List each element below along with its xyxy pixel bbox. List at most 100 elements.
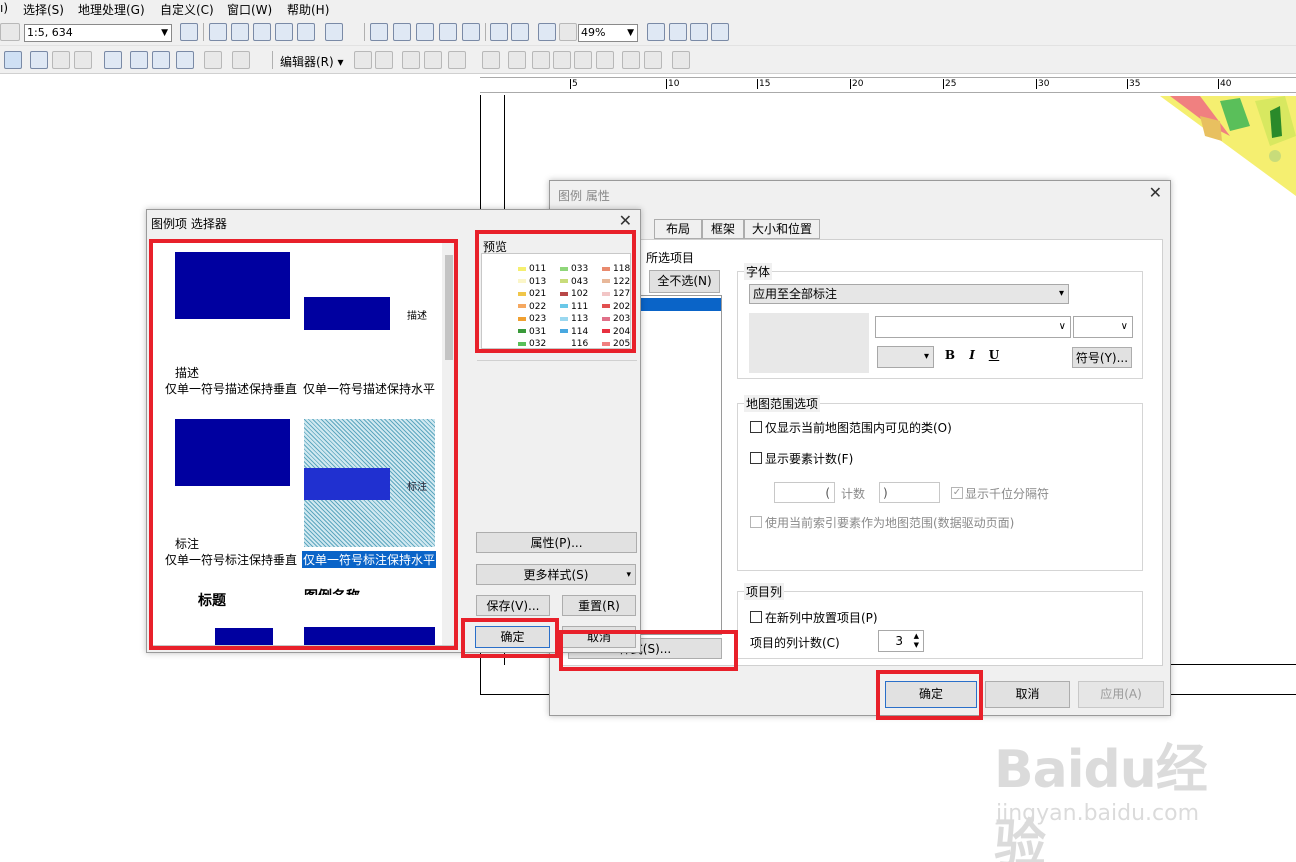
apply-to-value: 应用至全部标注	[753, 287, 838, 301]
legend-items-list[interactable]	[630, 295, 722, 635]
edit-annotation-icon[interactable]	[375, 51, 393, 69]
data-driven-checkbox[interactable]	[750, 516, 762, 528]
editor-menu[interactable]: 编辑器(R) ▾	[280, 53, 344, 70]
preview-code: 111	[571, 301, 589, 312]
catalog-icon[interactable]	[231, 23, 249, 41]
thousands-separator-checkbox[interactable]: ✓	[951, 487, 963, 499]
tab-layout[interactable]: 布局	[654, 219, 702, 239]
show-count-checkbox[interactable]	[750, 452, 762, 464]
change-layout-icon[interactable]	[690, 23, 708, 41]
count-suffix-field[interactable]: )	[879, 482, 940, 503]
endpoint-arc-icon[interactable]	[424, 51, 442, 69]
forward-icon[interactable]	[559, 23, 577, 41]
bold-button[interactable]: B	[940, 348, 960, 366]
point-icon[interactable]	[482, 51, 500, 69]
attributes-icon[interactable]	[622, 51, 640, 69]
edit-vertices-icon[interactable]	[508, 51, 526, 69]
italic-button[interactable]: I	[962, 348, 982, 366]
trace-icon[interactable]	[448, 51, 466, 69]
properties-button[interactable]: 属性(P)...	[476, 532, 637, 553]
style-caption[interactable]: 仅单一符号描述保持水平	[303, 380, 435, 397]
hyperlink-icon[interactable]	[52, 51, 70, 69]
menu-item-select[interactable]: 选择(S)	[23, 1, 64, 18]
menu-item-help[interactable]: 帮助(H)	[287, 1, 329, 18]
underline-button[interactable]: U	[984, 348, 1004, 366]
pan-icon[interactable]	[416, 23, 434, 41]
show-count-label: 显示要素计数(F)	[765, 452, 854, 466]
ok-button[interactable]: 确定	[475, 626, 550, 648]
add-data-icon[interactable]	[0, 23, 20, 41]
edit-tool-icon[interactable]	[354, 51, 372, 69]
cancel-button[interactable]: 取消	[562, 626, 636, 648]
html-popup-icon[interactable]	[74, 51, 92, 69]
scrollbar-thumb[interactable]	[445, 255, 453, 360]
fixed-zoom-out-icon[interactable]	[511, 23, 529, 41]
apply-to-select[interactable]: 应用至全部标注 ▾	[749, 284, 1069, 304]
gallery-scrollbar[interactable]	[442, 241, 456, 645]
legend-style-gallery[interactable]: 描述 仅单一符号描述保持垂直 描述 仅单一符号描述保持水平 标注 仅单一符号标注…	[151, 240, 457, 646]
toggle-draft-icon[interactable]	[647, 23, 665, 41]
zoom-whole-page-icon[interactable]	[462, 23, 480, 41]
tab-size-position[interactable]: 大小和位置	[744, 219, 820, 239]
zoom-percent-combo[interactable]: 49% ▼	[578, 24, 638, 42]
search-window-icon[interactable]	[253, 23, 271, 41]
toolbox-icon[interactable]	[275, 23, 293, 41]
style-caption-selected[interactable]: 仅单一符号标注保持水平	[302, 551, 437, 568]
reshape-icon[interactable]	[532, 51, 550, 69]
style-caption[interactable]: 仅单一符号标注保持垂直	[165, 551, 297, 568]
close-icon[interactable]: ✕	[1149, 183, 1162, 202]
fixed-zoom-in-icon[interactable]	[490, 23, 508, 41]
count-prefix-value: (	[825, 486, 830, 500]
back-icon[interactable]	[538, 23, 556, 41]
table-icon[interactable]	[209, 23, 227, 41]
cut-polygons-icon[interactable]	[553, 51, 571, 69]
zoom-in-icon[interactable]	[370, 23, 388, 41]
visible-only-checkbox[interactable]	[750, 421, 762, 433]
menu-item-customize[interactable]: 自定义(C)	[160, 1, 214, 18]
deselect-all-button[interactable]: 全不选(N)	[649, 270, 720, 293]
apply-button[interactable]: 应用(A)	[1078, 681, 1164, 708]
find-route-icon[interactable]	[152, 51, 170, 69]
more-styles-button[interactable]: 更多样式(S) ▾	[476, 564, 636, 585]
save-button[interactable]: 保存(V)...	[476, 595, 550, 616]
ok-button[interactable]: 确定	[885, 681, 977, 708]
menu-item-geoprocessing[interactable]: 地理处理(G)	[78, 1, 145, 18]
cancel-button[interactable]: 取消	[985, 681, 1070, 708]
list-item-selected[interactable]	[631, 298, 721, 311]
model-builder-icon[interactable]	[325, 23, 343, 41]
data-driven-pages-icon[interactable]	[711, 23, 729, 41]
time-slider-icon[interactable]	[204, 51, 222, 69]
sketch-properties-icon[interactable]	[644, 51, 662, 69]
tab-frame[interactable]: 框架	[702, 219, 744, 239]
style-caption[interactable]: 仅单一符号描述保持垂直	[165, 380, 297, 397]
identify-icon[interactable]	[30, 51, 48, 69]
font-size-select[interactable]: ∨	[1073, 316, 1133, 338]
font-name-select[interactable]: ∨	[875, 316, 1071, 338]
viewer-icon[interactable]	[232, 51, 250, 69]
symbol-button[interactable]: 符号(Y)...	[1072, 347, 1132, 368]
column-count-stepper[interactable]: 3 ▲ ▼	[878, 630, 924, 652]
measure-icon[interactable]	[104, 51, 122, 69]
font-color-picker[interactable]: ▾	[877, 346, 934, 368]
rotate-icon[interactable]	[596, 51, 614, 69]
menu-item-partial[interactable]: ı)	[0, 1, 8, 15]
reset-button[interactable]: 重置(R)	[562, 595, 636, 616]
menu-item-window[interactable]: 窗口(W)	[227, 1, 272, 18]
find-icon[interactable]	[130, 51, 148, 69]
close-icon[interactable]: ✕	[619, 211, 632, 230]
preview-swatch	[560, 291, 568, 296]
straight-segment-icon[interactable]	[402, 51, 420, 69]
go-to-xy-icon[interactable]	[176, 51, 194, 69]
new-column-checkbox[interactable]	[750, 611, 762, 623]
zoom-out-icon[interactable]	[393, 23, 411, 41]
focus-data-frame-icon[interactable]	[669, 23, 687, 41]
scale-combo[interactable]: 1:5, 634 ▼	[24, 24, 172, 42]
full-extent-icon[interactable]	[439, 23, 457, 41]
stepper-arrows-icon[interactable]: ▲ ▼	[914, 632, 919, 650]
python-icon[interactable]	[297, 23, 315, 41]
count-prefix-field[interactable]: (	[774, 482, 835, 503]
create-features-icon[interactable]	[672, 51, 690, 69]
editor-toolbar-icon[interactable]	[180, 23, 198, 41]
split-icon[interactable]	[574, 51, 592, 69]
select-elements-icon[interactable]	[4, 51, 22, 69]
